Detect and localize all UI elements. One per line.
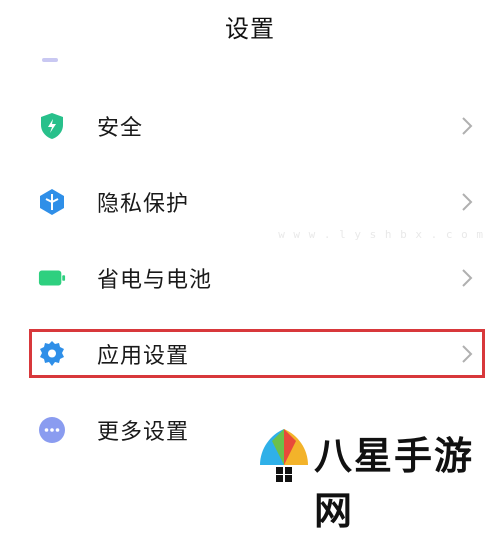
settings-item-security[interactable]: 安全: [0, 88, 500, 164]
gear-icon: [38, 340, 66, 368]
chevron-right-icon: [460, 344, 474, 364]
settings-item-label: 隐私保护: [97, 192, 190, 217]
privacy-icon: [38, 188, 66, 216]
chevron-right-icon: [460, 192, 474, 212]
header: 设置: [0, 0, 500, 52]
settings-item-label: 省电与电池: [97, 268, 213, 293]
battery-icon: [38, 264, 66, 292]
settings-item-app-settings[interactable]: 应用设置: [0, 316, 500, 392]
shield-icon: [38, 112, 66, 140]
watermark-url: w w w . l y s h b x . c o m: [278, 228, 484, 241]
watermark-logo: 八星手游网: [256, 425, 492, 533]
chevron-right-icon: [460, 268, 474, 288]
settings-item-battery[interactable]: 省电与电池: [0, 240, 500, 316]
more-icon: [38, 416, 66, 444]
scroll-indicator: [42, 58, 58, 62]
settings-item-label: 应用设置: [97, 344, 190, 369]
settings-item-label: 更多设置: [97, 420, 190, 445]
chevron-right-icon: [460, 116, 474, 136]
settings-list: 安全 隐私保护 省电与电池 应用设置 更多设置: [0, 88, 500, 468]
brand-logo-icon: [260, 429, 308, 483]
brand-name: 八星手游网: [314, 434, 475, 533]
page-title: 设置: [225, 14, 275, 43]
settings-item-label: 安全: [97, 116, 144, 141]
